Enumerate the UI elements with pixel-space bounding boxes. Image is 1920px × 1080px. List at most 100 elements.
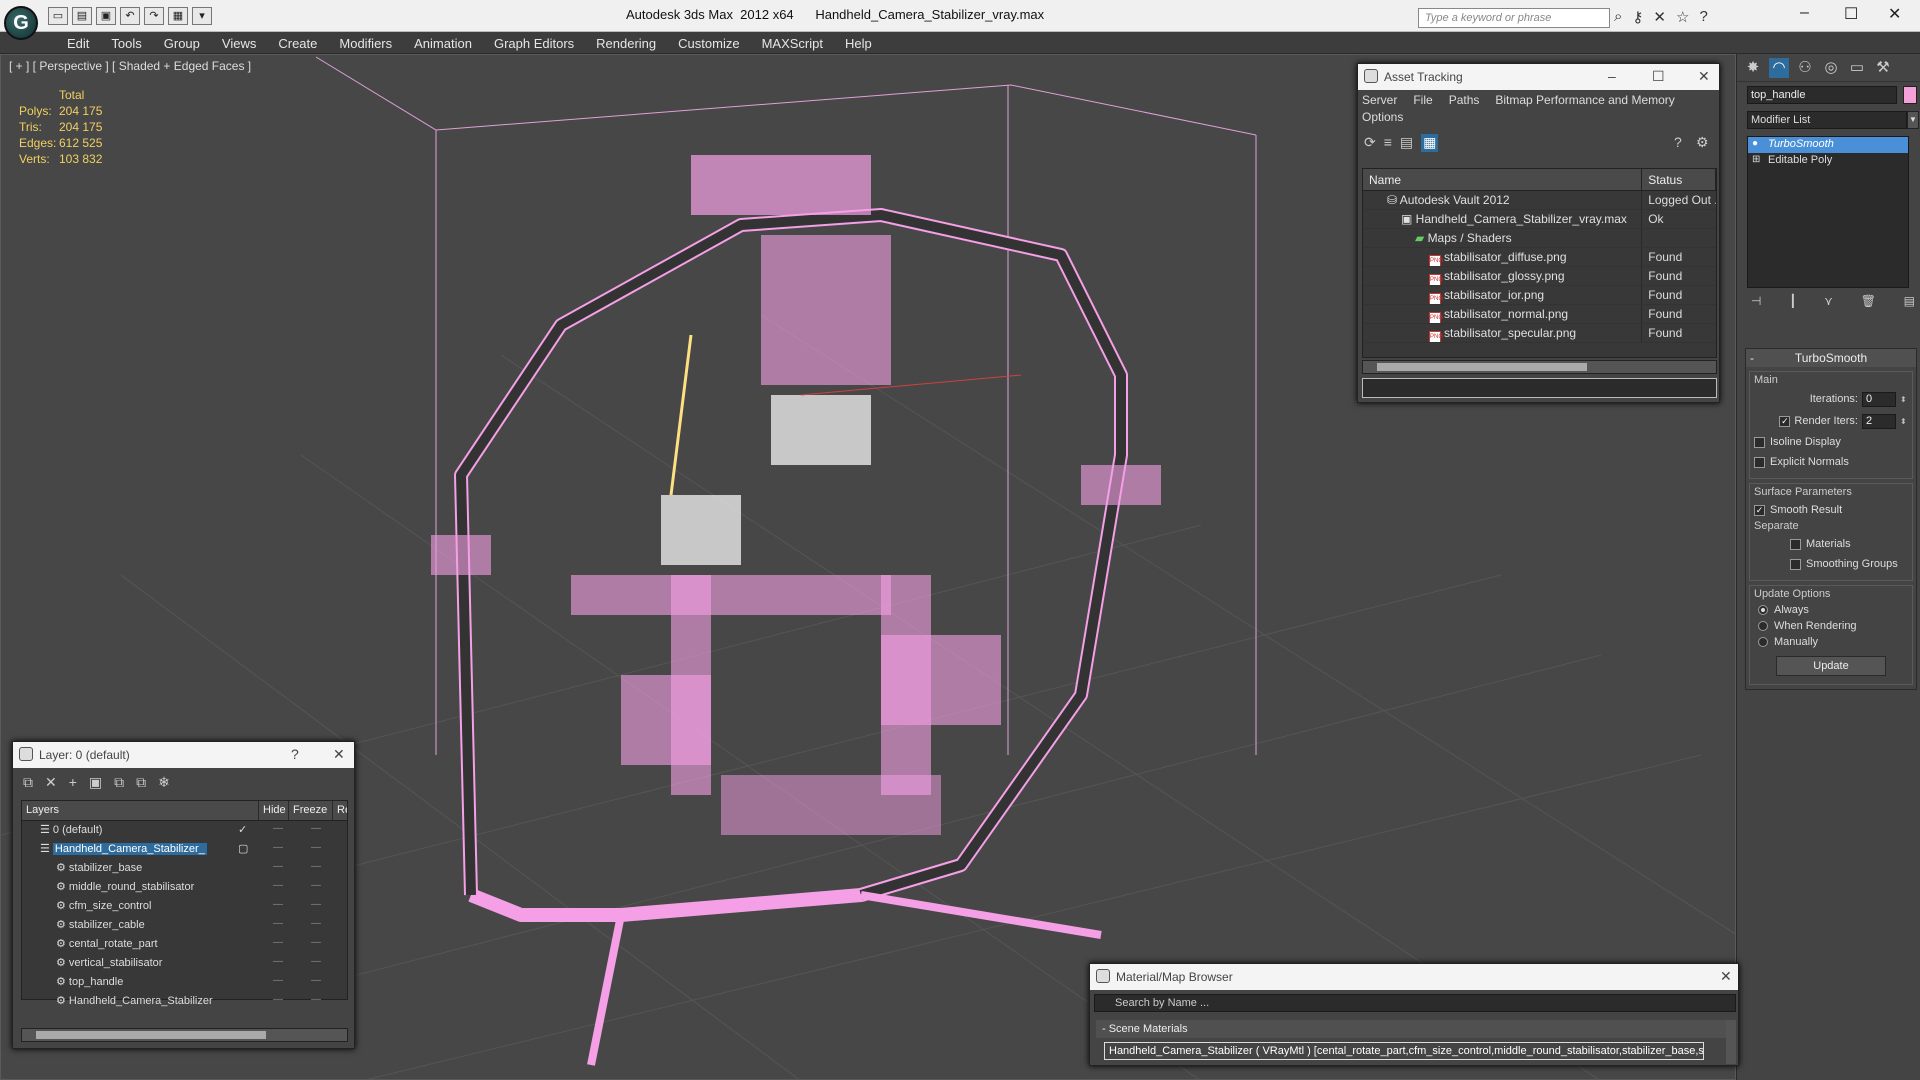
app-logo-icon[interactable]: G <box>4 6 38 40</box>
exchange-icon[interactable]: ✕ <box>1653 8 1666 26</box>
project-folder-icon[interactable]: ▦ <box>168 7 188 25</box>
freeze-toggle[interactable]: — <box>297 859 335 878</box>
viewport-label[interactable]: [ + ] [ Perspective ] [ Shaded + Edged F… <box>9 59 251 73</box>
dialog-title-bar[interactable]: Layer: 0 (default) ? ✕ <box>13 742 354 768</box>
create-tab-icon[interactable]: ✸ <box>1743 58 1763 78</box>
hide-toggle[interactable]: — <box>259 840 297 859</box>
explicit-normals-checkbox[interactable]: Explicit Normals <box>1754 452 1908 472</box>
layer-row[interactable]: ☰ Handheld_Camera_Stabilizer_ ▢ — — <box>22 840 347 859</box>
layer-object-row[interactable]: ⚙ middle_round_stabilisator — — <box>22 878 347 897</box>
table-view-icon[interactable]: ▦ <box>1421 134 1439 152</box>
layer-object-row[interactable]: ⚙ cfm_size_control — — <box>22 897 347 916</box>
motion-tab-icon[interactable]: ◎ <box>1821 58 1841 78</box>
layer-object-row[interactable]: ⚙ Handheld_Camera_Stabilizer — — <box>22 992 347 1011</box>
menu-create[interactable]: Create <box>267 32 328 53</box>
list-view-icon[interactable]: ≡ <box>1384 134 1392 152</box>
checkbox-checked-icon[interactable]: ✓ <box>1754 504 1765 516</box>
horizontal-scrollbar[interactable] <box>1362 360 1717 374</box>
make-unique-icon[interactable]: ⋎ <box>1824 294 1833 316</box>
always-radio[interactable]: Always <box>1754 602 1908 618</box>
table-row[interactable]: PNGstabilisator_specular.png Found <box>1363 324 1716 343</box>
open-file-icon[interactable]: ▤ <box>72 7 92 25</box>
menu-tools[interactable]: Tools <box>100 32 152 53</box>
hide-toggle[interactable]: — <box>259 878 297 897</box>
scrollbar-thumb[interactable] <box>36 1031 266 1039</box>
add-selected-icon[interactable]: + <box>69 774 77 792</box>
show-end-result-icon[interactable]: ┃ <box>1789 294 1796 316</box>
help-icon[interactable]: ? <box>1674 134 1682 150</box>
column-freeze[interactable]: Freeze <box>289 801 333 820</box>
rollout-header[interactable]: - TurboSmooth <box>1746 349 1916 367</box>
redo-icon[interactable]: ↷ <box>144 7 164 25</box>
configure-sets-icon[interactable]: ▤ <box>1904 294 1915 316</box>
expand-plus-icon[interactable]: ⊞ <box>1752 154 1760 165</box>
vertical-scrollbar[interactable] <box>1726 1020 1736 1064</box>
hierarchy-tab-icon[interactable]: ⚇ <box>1795 58 1815 78</box>
layer-object-row[interactable]: ⚙ vertical_stabilisator — — <box>22 954 347 973</box>
manually-radio[interactable]: Manually <box>1754 634 1908 650</box>
table-row[interactable]: PNGstabilisator_diffuse.png Found <box>1363 248 1716 267</box>
freeze-toggle[interactable]: — <box>297 878 335 897</box>
hide-toggle[interactable]: — <box>259 897 297 916</box>
select-objects-icon[interactable]: ▣ <box>89 774 102 792</box>
menu-modifiers[interactable]: Modifiers <box>328 32 403 53</box>
delete-layer-icon[interactable]: ✕ <box>45 774 57 792</box>
render-iters-spinner[interactable]: 2 <box>1862 413 1896 429</box>
menu-paths[interactable]: Paths <box>1449 93 1480 110</box>
menu-group[interactable]: Group <box>153 32 211 53</box>
save-file-icon[interactable]: ▣ <box>96 7 116 25</box>
layer-object-row[interactable]: ⚙ stabilizer_base — — <box>22 859 347 878</box>
material-item[interactable]: Handheld_Camera_Stabilizer ( VRayMtl ) [… <box>1104 1042 1704 1060</box>
maximize-icon[interactable]: ☐ <box>1844 4 1858 24</box>
utilities-tab-icon[interactable]: ⚒ <box>1873 58 1893 78</box>
new-file-icon[interactable]: ▭ <box>48 7 68 25</box>
freeze-toggle[interactable]: — <box>297 897 335 916</box>
hide-toggle[interactable]: — <box>259 859 297 878</box>
refresh-icon[interactable]: ⟳ <box>1364 134 1376 152</box>
scrollbar-thumb[interactable] <box>1377 363 1587 371</box>
materials-checkbox[interactable]: Materials <box>1754 534 1908 554</box>
help-icon[interactable]: ? <box>291 746 299 762</box>
object-color-swatch[interactable] <box>1903 86 1917 104</box>
help-icon[interactable]: ? <box>1699 8 1707 26</box>
freeze-toggle[interactable]: — <box>297 935 335 954</box>
table-row[interactable]: ▣ Handheld_Camera_Stabilizer_vray.max Ok <box>1363 210 1716 229</box>
modifier-list-dropdown[interactable]: Modifier List <box>1747 111 1907 129</box>
chevron-down-icon[interactable]: ▼ <box>1907 111 1919 129</box>
lightbulb-icon[interactable]: ● <box>1752 138 1758 149</box>
column-name[interactable]: Name <box>1363 169 1643 190</box>
active-check-icon[interactable]: ✓ <box>238 823 247 836</box>
radio-icon[interactable] <box>1758 637 1768 647</box>
set-current-icon[interactable]: ▢ <box>238 842 248 855</box>
layer-object-row[interactable]: ⚙ stabilizer_cable — — <box>22 916 347 935</box>
column-layers[interactable]: Layers <box>22 801 259 820</box>
column-status[interactable]: Status <box>1642 169 1716 190</box>
dialog-title-bar[interactable]: Asset Tracking – ☐ ✕ <box>1358 64 1719 90</box>
when-rendering-radio[interactable]: When Rendering <box>1754 618 1908 634</box>
layer-row[interactable]: ☰ 0 (default) ✓ — — <box>22 821 347 840</box>
pin-stack-icon[interactable]: ⊣ <box>1751 294 1761 316</box>
menu-rendering[interactable]: Rendering <box>585 32 667 53</box>
remove-modifier-icon[interactable]: 🗑 <box>1861 294 1876 316</box>
hide-toggle[interactable]: — <box>259 916 297 935</box>
menu-animation[interactable]: Animation <box>403 32 483 53</box>
render-iters-checkbox[interactable]: ✓ <box>1779 411 1791 431</box>
freeze-toggle[interactable]: — <box>297 954 335 973</box>
freeze-toggle[interactable]: — <box>297 821 335 840</box>
binoculars-icon[interactable]: ⌕ <box>1614 8 1622 26</box>
close-icon[interactable]: ✕ <box>333 746 345 763</box>
menu-graph-editors[interactable]: Graph Editors <box>483 32 585 53</box>
menu-maxscript[interactable]: MAXScript <box>751 32 834 53</box>
freeze-toggle[interactable]: — <box>297 973 335 992</box>
menu-customize[interactable]: Customize <box>667 32 750 53</box>
hide-all-icon[interactable]: ⧉ <box>136 774 146 792</box>
spinner-arrows-icon[interactable]: ⬍ <box>1900 417 1908 426</box>
close-icon[interactable]: ✕ <box>1720 968 1732 985</box>
table-row[interactable]: ▰ Maps / Shaders <box>1363 229 1716 248</box>
menu-help[interactable]: Help <box>834 32 883 53</box>
isoline-display-checkbox[interactable]: Isoline Display <box>1754 432 1908 452</box>
table-row[interactable]: PNGstabilisator_ior.png Found <box>1363 286 1716 305</box>
menu-file[interactable]: File <box>1413 93 1432 110</box>
display-tab-icon[interactable]: ▭ <box>1847 58 1867 78</box>
column-hide[interactable]: Hide <box>259 801 289 820</box>
